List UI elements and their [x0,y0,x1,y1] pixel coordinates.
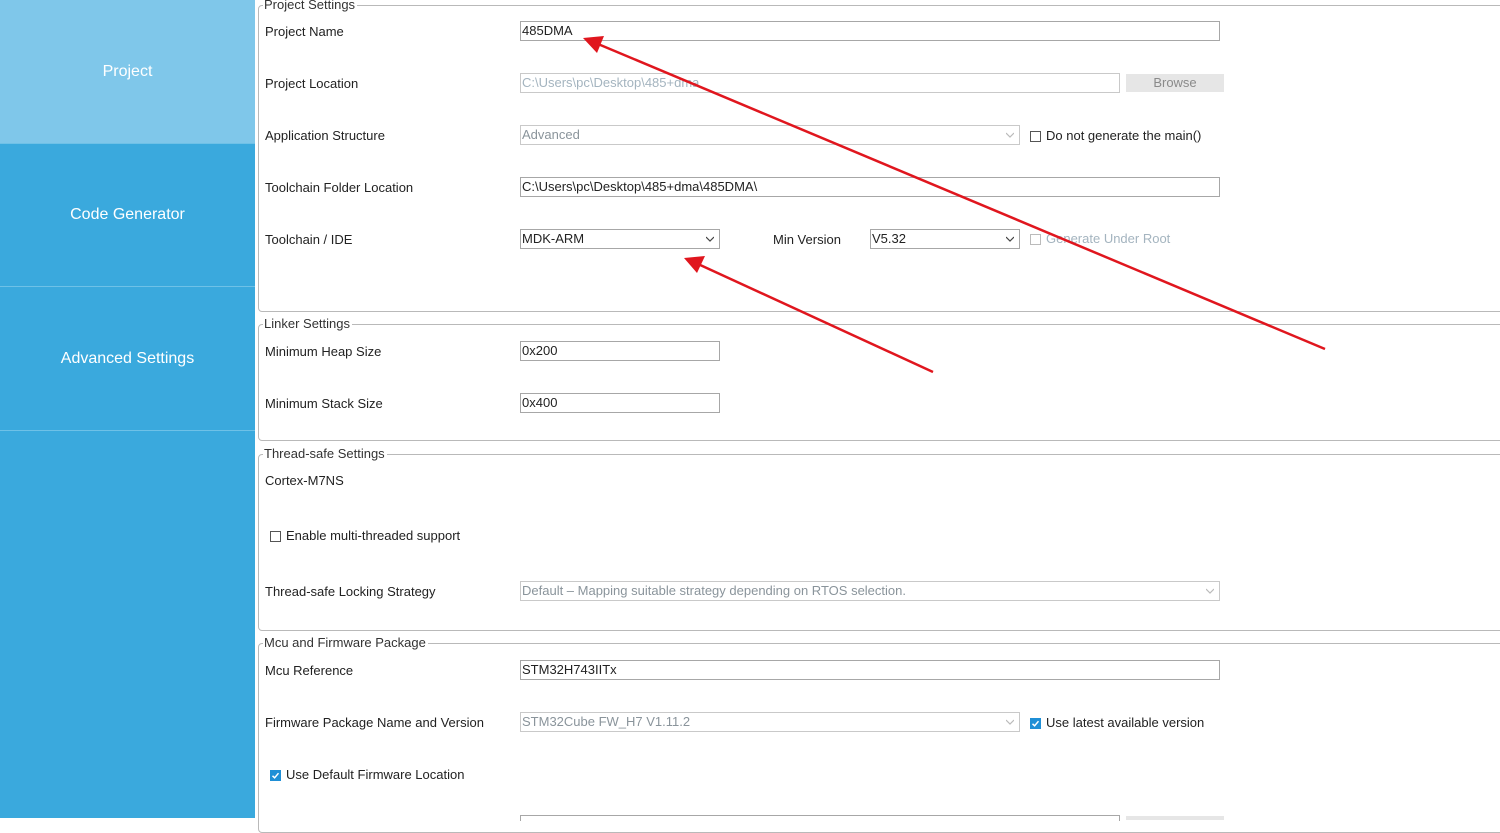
generate-under-root-label: Generate Under Root [1046,231,1171,246]
min-version-value: V5.32 [872,231,906,246]
toolchain-ide-label: Toolchain / IDE [265,232,353,247]
sidebar-item-label: Project [102,62,153,80]
mcu-reference-label: Mcu Reference [265,663,354,678]
chevron-down-icon [1206,588,1214,594]
checkmark-icon [1031,720,1040,727]
sidebar-item-label: Code Generator [70,205,185,223]
sidebar-item-code-generator[interactable]: Code Generator [0,143,255,287]
project-name-label: Project Name [265,24,344,39]
firmware-package-label: Firmware Package Name and Version [265,715,484,730]
checkbox-box [1030,130,1041,142]
chevron-down-icon [1006,719,1014,725]
firmware-package-select[interactable]: STM32Cube FW_H7 V1.11.2 [520,712,1020,732]
application-structure-label: Application Structure [265,128,385,143]
project-location-input[interactable]: C:\Users\pc\Desktop\485+dma [520,73,1120,93]
locking-strategy-value: Default – Mapping suitable strategy depe… [522,583,906,598]
project-name-input[interactable]: 485DMA [520,21,1220,41]
application-structure-select[interactable]: Advanced [520,125,1020,145]
no-main-label: Do not generate the main() [1046,128,1202,143]
linker-settings-legend: Linker Settings [263,316,352,331]
locking-strategy-label: Thread-safe Locking Strategy [265,584,436,599]
generate-under-root-checkbox[interactable]: Generate Under Root [1030,231,1170,247]
heap-size-input[interactable]: 0x200 [520,341,720,361]
project-settings-group [258,5,1500,312]
heap-size-label: Minimum Heap Size [265,344,382,359]
sidebar-item-label: Advanced Settings [60,349,195,367]
min-version-label: Min Version [773,232,841,247]
linker-settings-group [258,324,1500,441]
sidebar-item-advanced-settings[interactable]: Advanced Settings [0,287,255,431]
thread-safe-legend: Thread-safe Settings [263,446,387,461]
firmware-location-input[interactable] [520,815,1120,821]
stack-size-label: Minimum Stack Size [265,396,383,411]
chevron-down-icon [1006,236,1014,242]
project-location-label: Project Location [265,76,359,91]
checkbox-box [270,769,281,781]
checkbox-box [270,530,281,542]
default-firmware-location-label: Use Default Firmware Location [286,767,465,782]
stack-size-input[interactable]: 0x400 [520,393,720,413]
checkmark-icon [271,772,280,779]
toolchain-ide-select[interactable]: MDK-ARM [520,229,720,249]
core-label: Cortex-M7NS [265,473,344,488]
mcu-firmware-legend: Mcu and Firmware Package [263,635,428,650]
use-latest-version-checkbox[interactable]: Use latest available version [1030,715,1204,731]
toolchain-ide-value: MDK-ARM [522,231,585,246]
use-latest-version-label: Use latest available version [1046,715,1205,730]
checkbox-box [1030,233,1041,245]
multi-threaded-label: Enable multi-threaded support [286,528,461,543]
min-version-select[interactable]: V5.32 [870,229,1020,249]
chevron-down-icon [706,236,714,242]
sidebar: Project Code Generator Advanced Settings [0,0,255,818]
locking-strategy-select[interactable]: Default – Mapping suitable strategy depe… [520,581,1220,601]
chevron-down-icon [1006,132,1014,138]
toolchain-folder-label: Toolchain Folder Location [265,180,414,195]
checkbox-box [1030,717,1041,729]
firmware-browse-button[interactable] [1126,816,1224,820]
application-structure-value: Advanced [522,127,580,142]
browse-button[interactable]: Browse [1126,74,1224,92]
no-main-checkbox[interactable]: Do not generate the main() [1030,128,1201,144]
firmware-package-value: STM32Cube FW_H7 V1.11.2 [522,714,691,729]
default-firmware-location-checkbox[interactable]: Use Default Firmware Location [270,767,464,783]
multi-threaded-checkbox[interactable]: Enable multi-threaded support [270,528,460,544]
sidebar-item-project[interactable]: Project [0,0,255,144]
project-settings-legend: Project Settings [263,0,358,12]
toolchain-folder-input[interactable]: C:\Users\pc\Desktop\485+dma\485DMA\ [520,177,1220,197]
mcu-reference-input[interactable]: STM32H743IITx [520,660,1220,680]
